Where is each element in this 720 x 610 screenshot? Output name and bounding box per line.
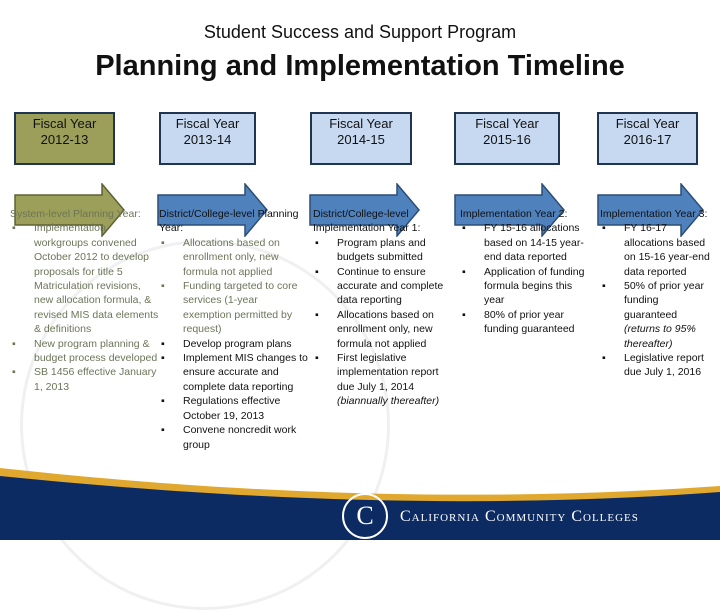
fy-label: Fiscal Year — [615, 116, 680, 131]
footer-brand: California Community Colleges — [400, 508, 639, 525]
fy-label: Fiscal Year — [329, 116, 393, 131]
fy-year: 2013-14 — [183, 132, 232, 147]
column-heading: Implementation Year 3: — [600, 208, 708, 220]
page-title: Planning and Implementation Timeline — [95, 50, 625, 82]
fy-year: 2012-13 — [40, 132, 89, 147]
page-subtitle: Student Success and Support Program — [203, 22, 517, 42]
column-2015-16: Implementation Year 2: FY 15-16 allocati… — [460, 207, 595, 337]
fy-label: Fiscal Year — [175, 116, 240, 131]
column-heading: System-level Planning Year: — [10, 208, 141, 220]
column-heading: District/College-level Implementation Ye… — [313, 208, 421, 235]
list-item: Continue to ensure accurate and complete… — [313, 265, 453, 308]
fiscal-year-box-2016-17: Fiscal Year 2016-17 — [597, 112, 698, 165]
column-2016-17: Implementation Year 3: FY 16-17 allocati… — [600, 207, 710, 380]
fy-year: 2016-17 — [623, 132, 672, 147]
logo-letter: C — [356, 501, 374, 530]
list-item: Allocations based on enrollment only, ne… — [159, 236, 309, 279]
list-item: Implement MIS changes to ensure accurate… — [159, 351, 309, 394]
item-note: (returns to 95% thereafter) — [624, 323, 696, 350]
column-2013-14: District/College-level Planning Year: Al… — [159, 207, 309, 452]
list-item: FY 15-16 allocations based on 14-15 year… — [460, 221, 595, 264]
list-item: Program plans and budgets submitted — [313, 236, 453, 265]
list-item: SB 1456 effective January 1, 2013 — [10, 365, 160, 394]
fy-label: Fiscal Year — [32, 116, 97, 131]
column-2014-15: District/College-level Implementation Ye… — [313, 207, 453, 409]
item-text: 50% of prior year funding guaranteed — [624, 280, 704, 321]
list-item: Regulations effective October 19, 2013 — [159, 394, 309, 423]
list-item: Convene noncredit work group — [159, 423, 309, 452]
column-heading: District/College-level Planning Year: — [159, 208, 299, 235]
ccc-logo-icon: C — [342, 493, 388, 539]
fiscal-year-box-2012-13: Fiscal Year 2012-13 — [14, 112, 115, 165]
list-item: New program planning & budget process de… — [10, 337, 160, 366]
list-item: 80% of prior year funding guaranteed — [460, 308, 595, 337]
item-text: First legislative implementation report … — [337, 352, 439, 393]
list-item: Develop program plans — [159, 337, 309, 352]
column-heading: Implementation Year 2: — [460, 208, 568, 220]
list-item: 50% of prior year funding guaranteed (re… — [600, 279, 710, 351]
fy-year: 2014-15 — [337, 132, 385, 147]
list-item: First legislative implementation report … — [313, 351, 453, 409]
list-item: Application of funding formula begins th… — [460, 265, 595, 308]
fiscal-year-box-2014-15: Fiscal Year 2014-15 — [310, 112, 412, 165]
item-note: (biannually thereafter) — [337, 395, 440, 408]
list-item: Legislative report due July 1, 2016 — [600, 351, 710, 380]
fy-label: Fiscal Year — [475, 116, 539, 131]
list-item: Allocations based on enrollment only, ne… — [313, 308, 453, 351]
list-item: Implementation workgroups convened Octob… — [10, 221, 160, 336]
list-item: FY 16-17 allocations based on 15-16 year… — [600, 221, 710, 279]
fy-year: 2015-16 — [483, 132, 531, 147]
list-item: Funding targeted to core services (1-yea… — [159, 279, 309, 337]
column-2012-13: System-level Planning Year: Implementati… — [10, 207, 160, 394]
fiscal-year-box-2013-14: Fiscal Year 2013-14 — [159, 112, 256, 165]
fiscal-year-box-2015-16: Fiscal Year 2015-16 — [454, 112, 560, 165]
